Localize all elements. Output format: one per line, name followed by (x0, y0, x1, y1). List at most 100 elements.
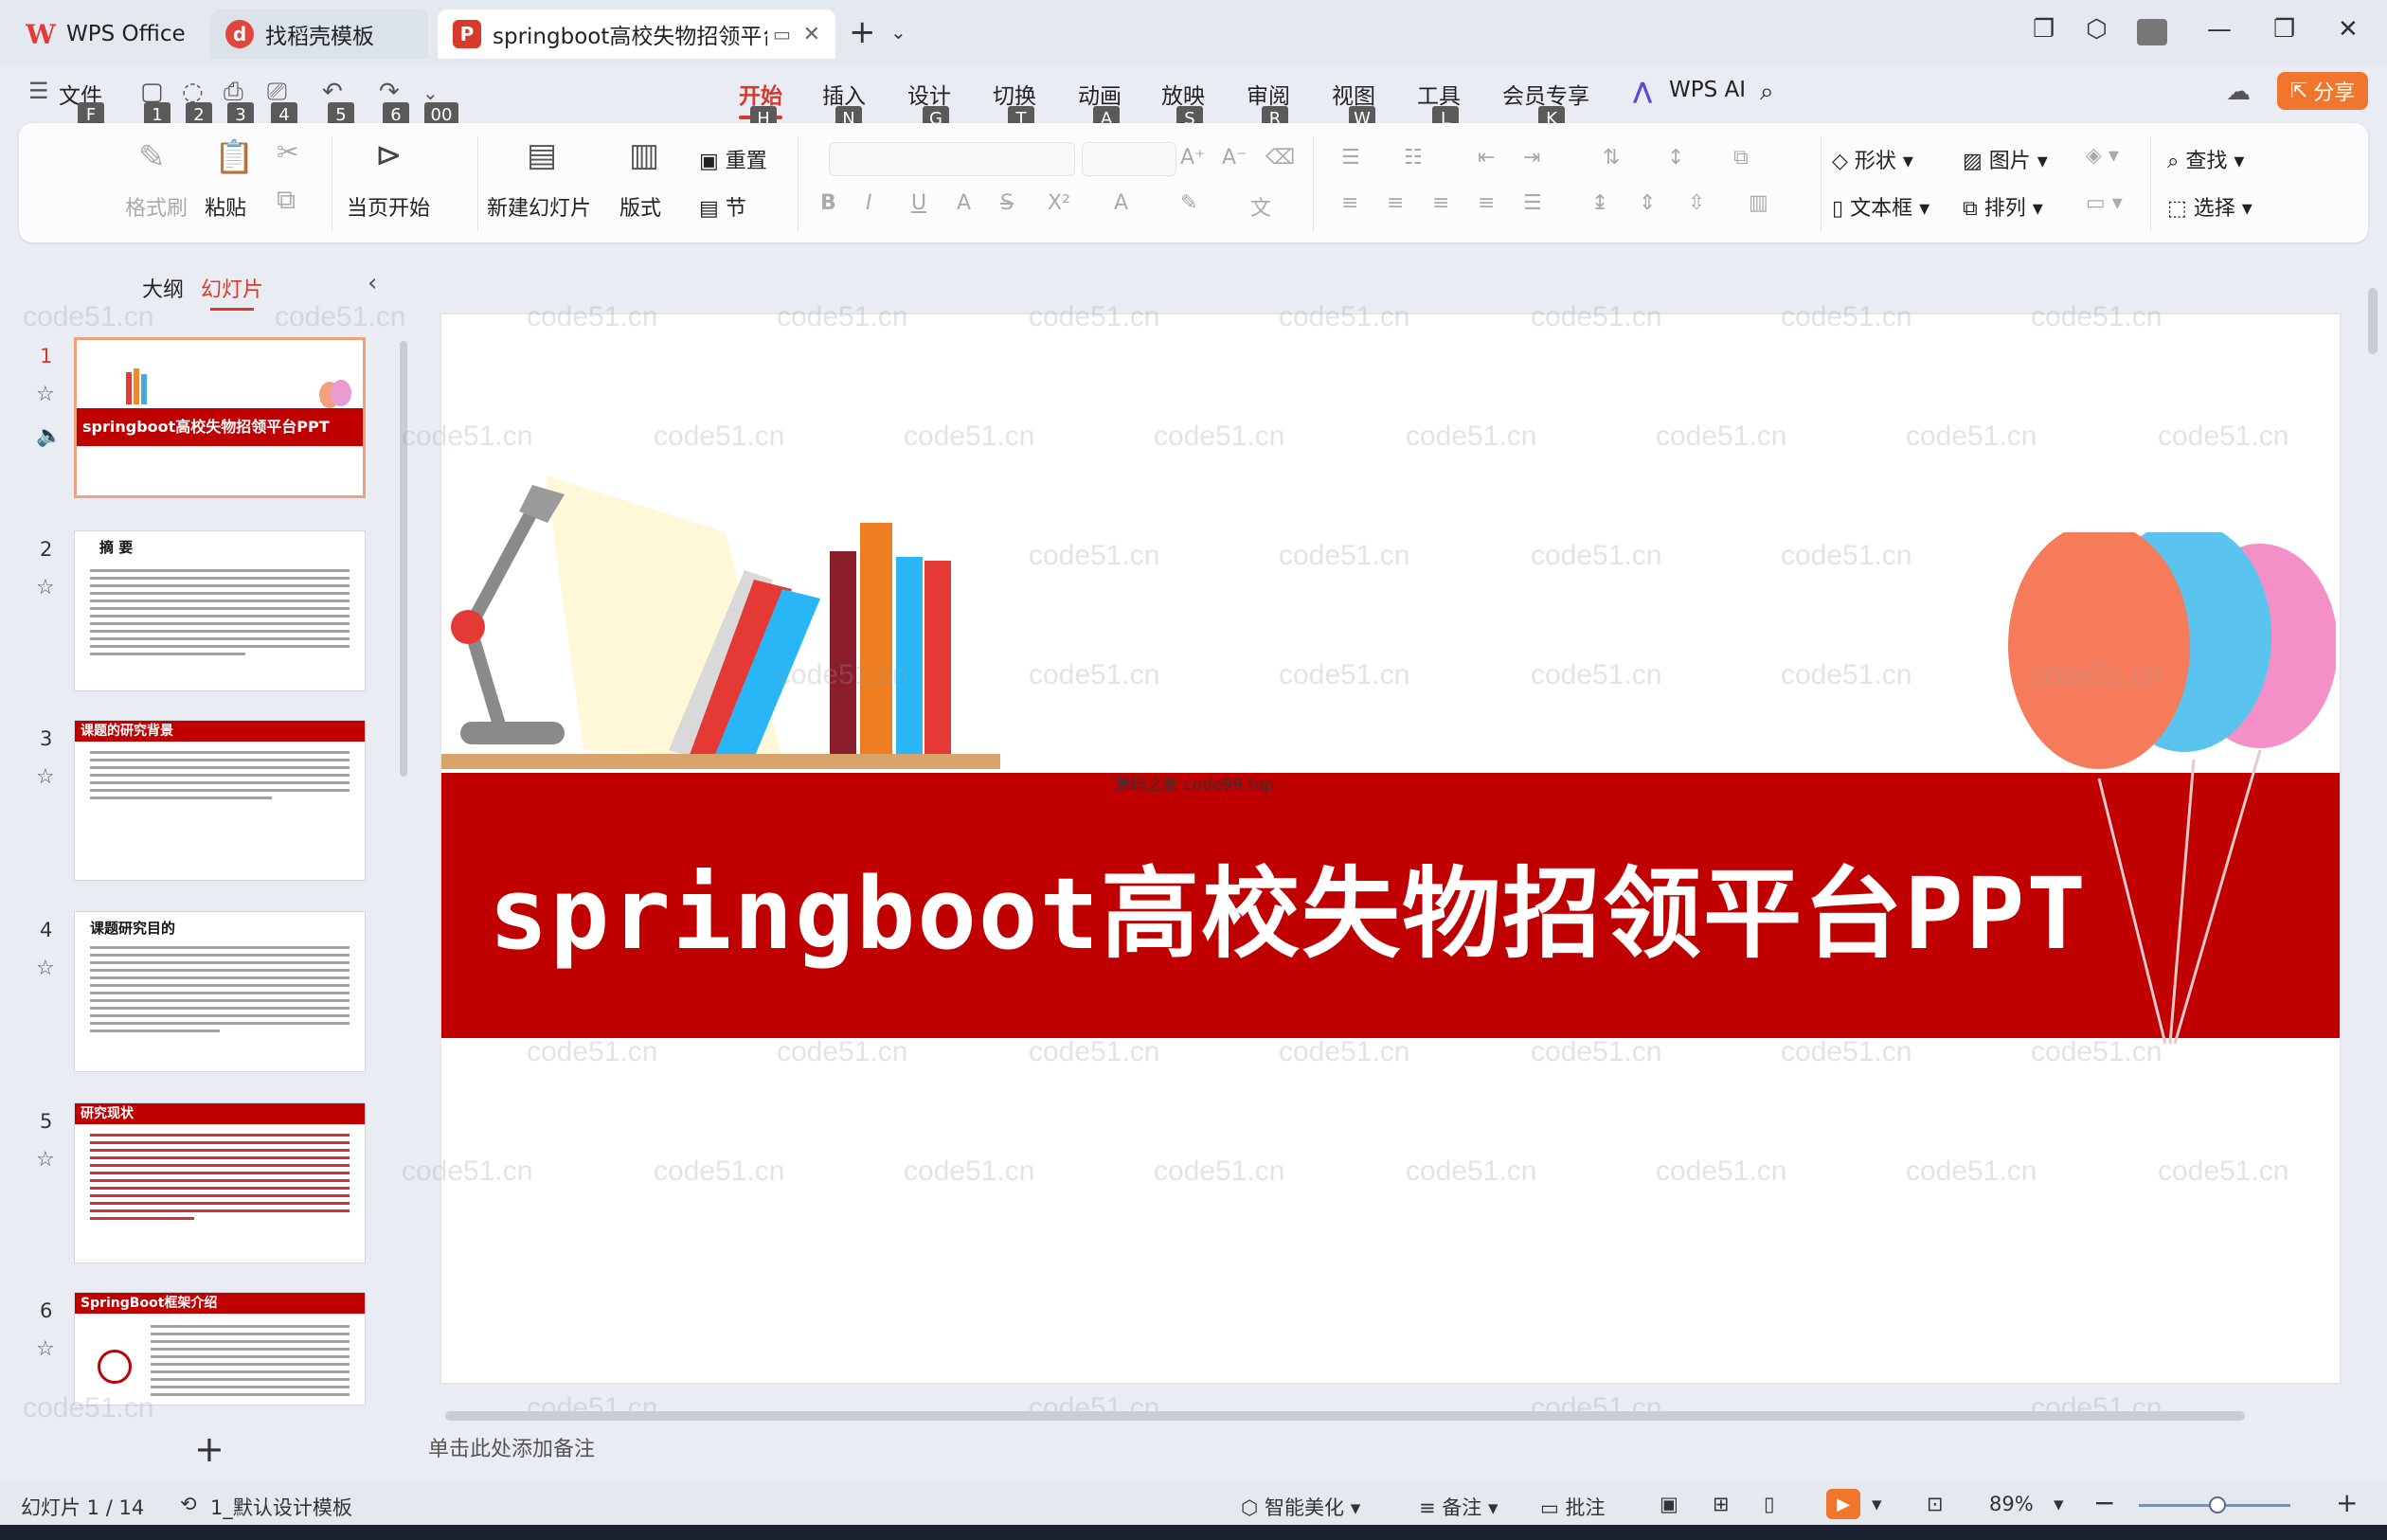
tab-wps-office[interactable]: W WPS Office (11, 9, 201, 59)
slide-thumbnail[interactable]: 课题的研究背景 (74, 720, 366, 881)
fill-icon[interactable]: ◈ ▾ (2086, 144, 2119, 168)
menu-transition[interactable]: 切换 (993, 78, 1036, 110)
font-family-select[interactable] (829, 142, 1075, 176)
bullet-list-icon[interactable]: ☰ (1341, 146, 1360, 170)
audio-icon[interactable]: 🔈 (36, 424, 62, 448)
underline-icon[interactable]: U (911, 191, 926, 215)
new-slide-button[interactable]: 新建幻灯片 (487, 191, 591, 222)
beautify-button[interactable]: ⬡ 智能美化 ▾ (1241, 1493, 1360, 1521)
normal-view-icon[interactable]: ▣ (1660, 1493, 1678, 1515)
distribute-icon[interactable]: ☰ (1523, 191, 1542, 215)
superscript-icon[interactable]: X² (1048, 191, 1070, 215)
section-button[interactable]: ▤ 节 (699, 191, 746, 222)
tab-slides[interactable]: 幻灯片 (201, 273, 263, 311)
hamburger-icon[interactable]: ☰ (28, 78, 49, 104)
textbox-button[interactable]: ▯ 文本框 ▾ (1832, 191, 1929, 222)
format-painter-button[interactable]: 格式刷 (125, 191, 188, 222)
monitor-icon[interactable]: ▭ (773, 23, 791, 45)
justify-icon[interactable]: ≡ (1478, 191, 1495, 215)
chevron-down-icon[interactable]: ▾ (2054, 1493, 2064, 1515)
star-icon[interactable]: ☆ (36, 576, 55, 600)
phonetic-icon[interactable]: 文 (1250, 191, 1271, 222)
slide-thumbnail[interactable]: 课题研究目的 (74, 911, 366, 1072)
star-icon[interactable]: ☆ (36, 1337, 55, 1361)
find-button[interactable]: ⌕ 查找 ▾ (2167, 144, 2244, 174)
picture-button[interactable]: ▨ 图片 ▾ (1963, 144, 2048, 174)
menu-slideshow[interactable]: 放映 (1161, 78, 1205, 110)
bold-icon[interactable]: B (820, 191, 836, 215)
comment-button[interactable]: ▭ 批注 (1540, 1493, 1606, 1521)
numbered-list-icon[interactable]: ☷ (1404, 146, 1423, 170)
zoom-in-icon[interactable]: + (2336, 1487, 2358, 1518)
select-button[interactable]: ⬚ 选择 ▾ (2167, 191, 2252, 222)
avatar[interactable] (2137, 19, 2167, 45)
menu-design[interactable]: 设计 (907, 78, 951, 110)
star-icon[interactable]: ☆ (36, 957, 55, 980)
grid-view-icon[interactable]: ⊞ (1713, 1493, 1730, 1515)
notes-button[interactable]: ≡ 备注 ▾ (1419, 1493, 1499, 1521)
outdent-icon[interactable]: ⇤ (1478, 146, 1495, 170)
cut-icon[interactable]: ✂ (277, 136, 298, 168)
zoom-out-icon[interactable]: − (2093, 1487, 2115, 1518)
collapse-panel-icon[interactable]: ‹ (368, 269, 377, 297)
vertical-scrollbar[interactable] (2368, 288, 2378, 354)
new-tab-icon[interactable]: + (849, 13, 876, 51)
copy-icon[interactable]: ⧉ (277, 184, 296, 216)
font-color-icon[interactable]: A (1114, 191, 1128, 215)
chevron-down-icon[interactable]: ⌄ (890, 21, 906, 44)
paste-button[interactable]: 粘贴 (205, 191, 246, 222)
close-window-icon[interactable]: ✕ (2338, 15, 2359, 44)
notes-placeholder[interactable]: 单击此处添加备注 (428, 1432, 595, 1462)
slide-thumbnail[interactable]: 研究现状 (74, 1102, 366, 1263)
menu-view[interactable]: 视图 (1332, 78, 1375, 110)
play-from-current-button[interactable]: 当页开始 (347, 191, 430, 222)
add-slide-icon[interactable]: + (194, 1428, 224, 1470)
italic-icon[interactable]: I (866, 191, 872, 215)
star-icon[interactable]: ☆ (36, 1148, 55, 1172)
convert-icon[interactable]: ⧉ (1733, 146, 1749, 170)
vertical-align-icon[interactable]: ⇳ (1688, 191, 1705, 215)
indent-icon[interactable]: ⇥ (1523, 146, 1540, 170)
align-left-icon[interactable]: ≡ (1341, 191, 1358, 215)
font-size-select[interactable] (1082, 142, 1176, 176)
align-right-icon[interactable]: ≡ (1432, 191, 1449, 215)
menu-membership[interactable]: 会员专享 (1502, 78, 1589, 110)
layout-button[interactable]: 版式 (619, 191, 661, 222)
slide-canvas[interactable]: springboot高校失物招领平台PPT 源码之家 code99.top (441, 314, 2340, 1383)
menu-tools[interactable]: 工具 (1417, 78, 1461, 110)
menu-wps-ai[interactable]: WPS AI (1669, 78, 1746, 102)
menu-review[interactable]: 审阅 (1247, 78, 1290, 110)
line-spacing-icon[interactable]: ↨ (1591, 191, 1608, 215)
chevron-down-icon[interactable]: ▾ (1872, 1493, 1882, 1515)
outline-icon[interactable]: ▭ ▾ (2086, 191, 2123, 215)
fit-window-icon[interactable]: ⊡ (1927, 1493, 1944, 1515)
share-button[interactable]: ⇱ 分享 (2277, 72, 2368, 110)
menu-home[interactable]: 开始 (739, 78, 782, 119)
tab-document[interactable]: P springboot高校失物招领平台PPT ▭ ✕ (438, 9, 835, 59)
horizontal-scrollbar[interactable] (445, 1411, 2245, 1421)
cloud-upload-icon[interactable]: ☁ (2226, 78, 2251, 106)
zoom-level[interactable]: 89% (1989, 1493, 2034, 1515)
text-direction-icon[interactable]: ⇅ (1603, 146, 1620, 170)
window-layout-icon[interactable]: ❐ (2033, 15, 2055, 44)
play-icon[interactable]: ▶ (1826, 1489, 1860, 1519)
minimize-icon[interactable]: — (2207, 15, 2232, 44)
maximize-icon[interactable]: ❐ (2273, 15, 2295, 44)
strikethrough-icon[interactable]: S (1000, 191, 1014, 215)
chevron-down-icon[interactable]: ⌄ (422, 81, 439, 104)
columns-icon[interactable]: ▥ (1749, 191, 1768, 215)
scrollbar[interactable] (400, 341, 407, 777)
slide-thumbnail[interactable]: SpringBoot框架介绍 (74, 1292, 366, 1406)
shadow-icon[interactable]: A (957, 191, 971, 215)
close-tab-icon[interactable]: ✕ (803, 23, 820, 46)
zoom-slider-handle[interactable] (2209, 1496, 2226, 1513)
reading-view-icon[interactable]: ▯ (1764, 1493, 1775, 1515)
arrange-button[interactable]: ⧉ 排列 ▾ (1963, 191, 2043, 222)
slide-thumbnail[interactable]: 摘 要 (74, 530, 366, 691)
cube-icon[interactable]: ⬡ (2086, 15, 2108, 44)
sort-icon[interactable]: ↕ (1667, 146, 1684, 170)
search-icon[interactable]: ⌕ (1760, 78, 1774, 107)
reset-button[interactable]: ▣ 重置 (699, 144, 767, 174)
star-icon[interactable]: ☆ (36, 383, 55, 406)
tab-outline[interactable]: 大纲 (142, 273, 184, 303)
